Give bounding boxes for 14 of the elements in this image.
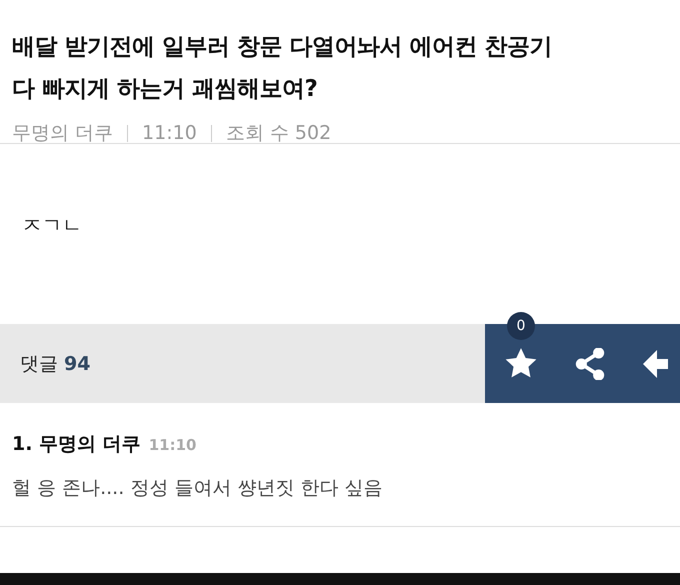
- post-time: 11:10: [142, 122, 197, 144]
- author-name: 무명의 더쿠: [12, 121, 114, 146]
- post-title: 배달 받기전에 일부러 창문 다열어놔서 에어컨 찬공기 다 빠지게 하는거 괘씸해보여?: [12, 33, 554, 104]
- comment-author: 1. 무명의 더쿠: [12, 432, 141, 457]
- comment-text: 헐 응 존나.... 정성 들여서 썅년짓 한다 싶음: [12, 476, 384, 501]
- comment-count: 94: [64, 352, 90, 374]
- favorite-count-badge: 0: [507, 312, 535, 340]
- star-icon[interactable]: [505, 348, 537, 379]
- comment-time: 11:10: [148, 436, 196, 454]
- comment-label: 댓글: [20, 352, 58, 376]
- back-arrow-icon[interactable]: [643, 348, 668, 378]
- post-body: ㅈㄱㄴ: [22, 213, 82, 237]
- share-icon[interactable]: [575, 348, 605, 380]
- view-count: 조회 수 502: [226, 121, 332, 146]
